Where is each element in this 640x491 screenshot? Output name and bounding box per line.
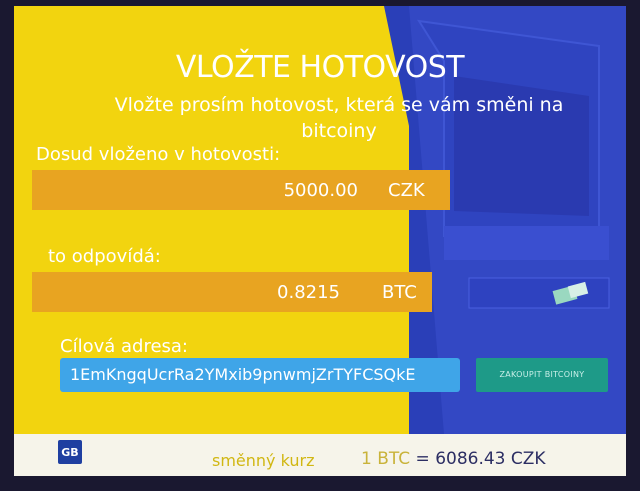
rate-czk: = 6086.43 CZK [415, 449, 546, 469]
inserted-currency: CZK [388, 179, 425, 201]
address-label: Cílová adresa: [60, 336, 188, 357]
exchange-rate-label: směnný kurz [212, 451, 315, 470]
equivalent-amount-box: 0.8215 BTC [32, 272, 432, 312]
page-title: VLOŽTE HOTOVOST [175, 50, 465, 85]
target-address-field[interactable]: 1EmKngqUcrRa2YMxib9pnwmjZrTYFCSQkE [60, 358, 460, 392]
instruction-text: Vložte prosím hotovost, která se vám smě… [114, 94, 564, 142]
buy-bitcoins-button[interactable]: ZAKOUPIT BITCOINY [476, 358, 608, 392]
equivalent-amount: 0.8215 [277, 281, 340, 303]
inserted-amount-box: 5000.00 CZK [32, 170, 450, 210]
exchange-rate-value: 1 BTC = 6086.43 CZK [361, 449, 546, 469]
inserted-amount: 5000.00 [283, 179, 358, 201]
rate-btc: 1 BTC [361, 449, 411, 469]
equivalent-currency: BTC [382, 281, 417, 303]
inserted-label: Dosud vloženo v hotovosti: [36, 144, 281, 165]
equivalent-label: to odpovídá: [48, 246, 161, 267]
atm-screen: VLOŽTE HOTOVOST Vložte prosím hotovost, … [14, 6, 626, 476]
gb-logo: GB [58, 440, 82, 464]
